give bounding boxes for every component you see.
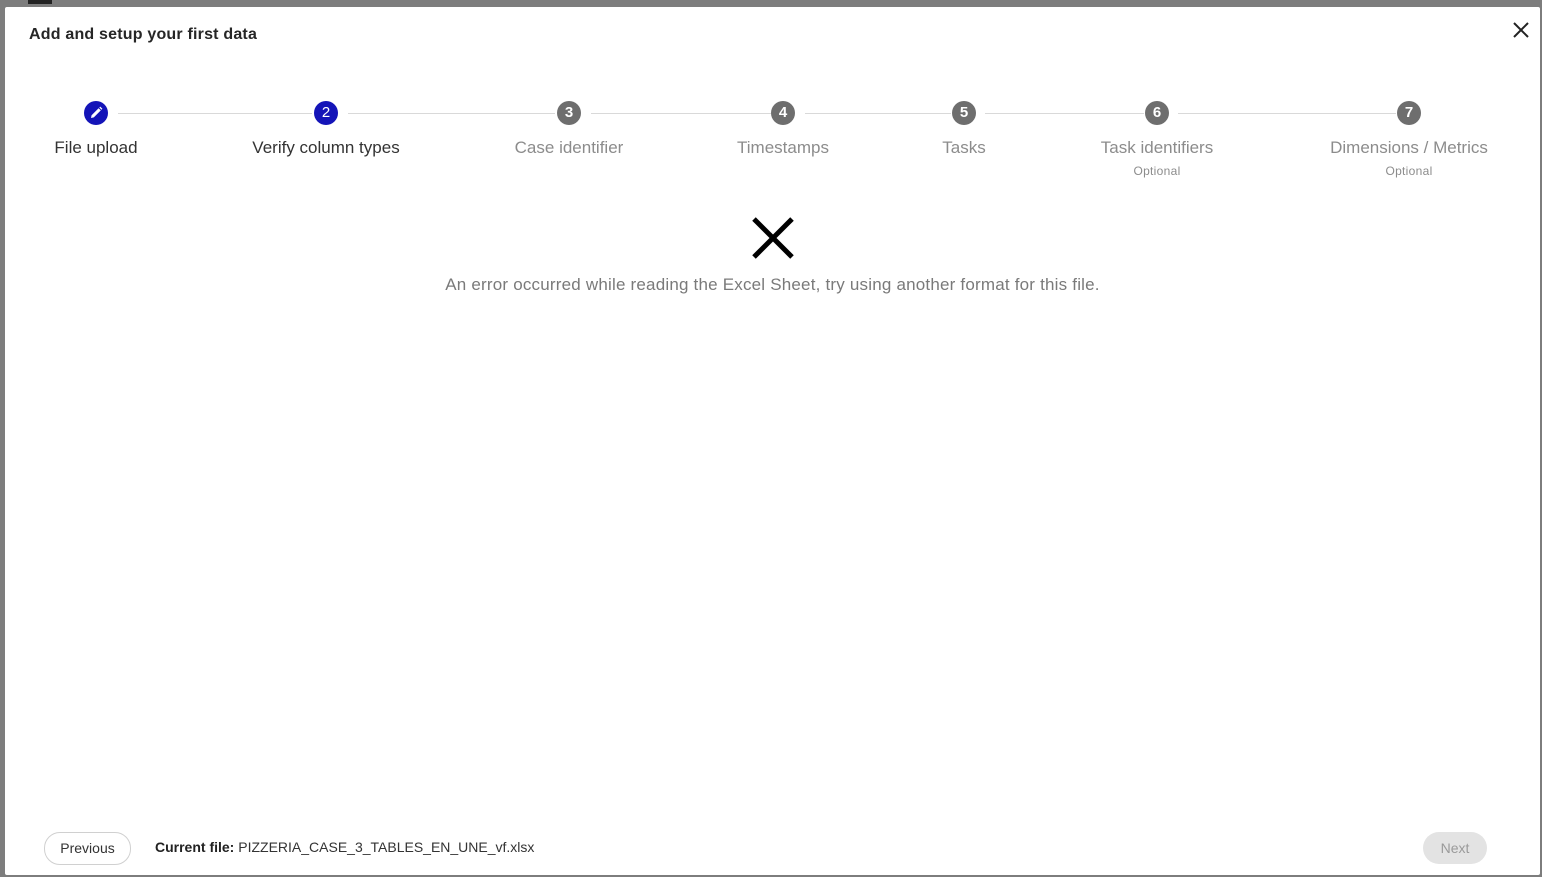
- previous-button[interactable]: Previous: [44, 832, 131, 865]
- step-connector: [1178, 113, 1396, 114]
- step-circle: 6: [1145, 101, 1169, 125]
- step-connector: [805, 113, 951, 114]
- step-connector: [118, 113, 312, 114]
- current-file-name: PIZZERIA_CASE_3_TABLES_EN_UNE_vf.xlsx: [238, 839, 535, 855]
- step-circle: 7: [1397, 101, 1421, 125]
- step-connector: [348, 113, 555, 114]
- step-circle: 2: [314, 101, 338, 125]
- background-page-fragment: [28, 0, 52, 4]
- step-circle: [84, 101, 108, 125]
- step-circle: 5: [952, 101, 976, 125]
- step-connector: [985, 113, 1144, 114]
- next-button[interactable]: Next: [1423, 832, 1487, 864]
- pencil-icon: [91, 106, 103, 118]
- error-x-icon: [750, 215, 796, 261]
- step-connector: [591, 113, 771, 114]
- step-circle: 3: [557, 101, 581, 125]
- step-optional-label: Optional: [1133, 164, 1181, 178]
- setup-data-modal: Add and setup your first data File uploa…: [5, 7, 1540, 875]
- current-file-label: Current file:: [155, 839, 235, 855]
- step-circle: 4: [771, 101, 795, 125]
- current-file-info: Current file: PIZZERIA_CASE_3_TABLES_EN_…: [155, 839, 534, 855]
- stepper: File upload 2 Verify column types 3 Case…: [5, 7, 1540, 207]
- error-message: An error occurred while reading the Exce…: [445, 275, 1100, 294]
- step-label: Dimensions / Metrics: [1330, 138, 1488, 157]
- step-optional-label: Optional: [1385, 164, 1433, 178]
